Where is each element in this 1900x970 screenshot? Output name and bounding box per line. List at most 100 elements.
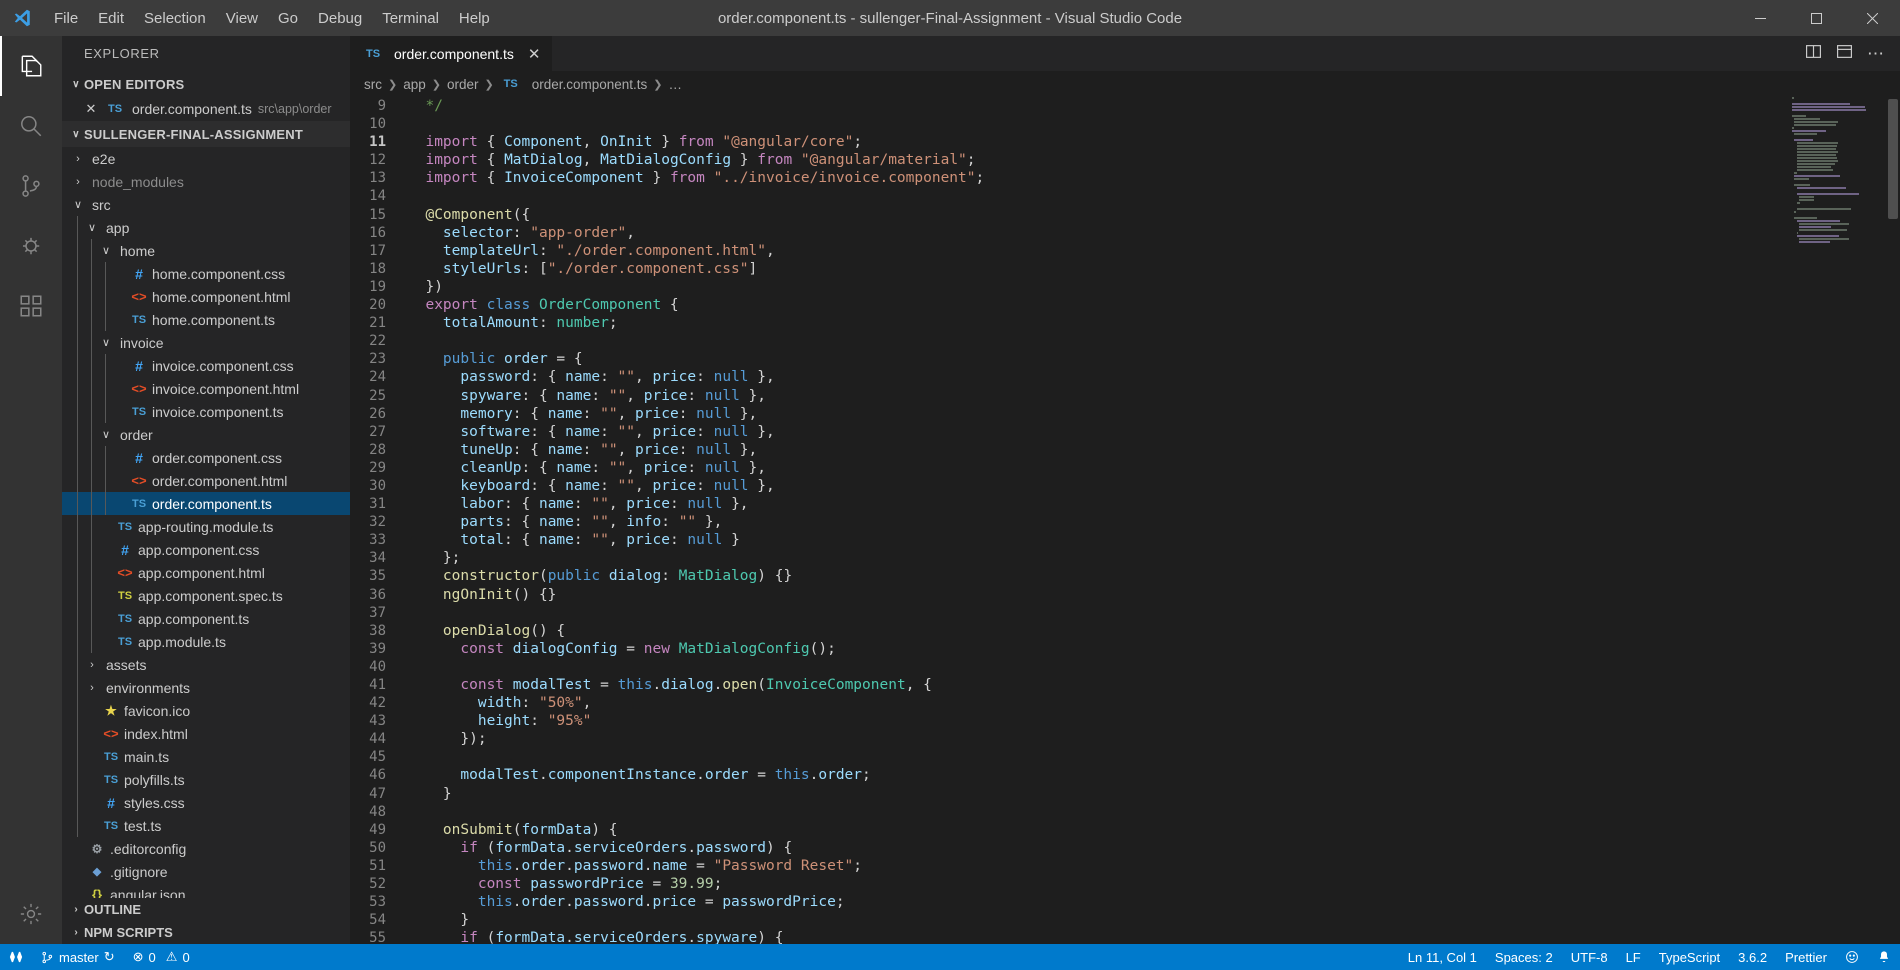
code-line-text[interactable]: openDialog() { [408,622,565,640]
code-line-text[interactable]: const passwordPrice = 39.99; [408,875,722,893]
code-line[interactable]: 25 spyware: { name: "", price: null }, [350,387,1900,405]
code-line[interactable]: 39 const dialogConfig = new MatDialogCon… [350,640,1900,658]
code-line[interactable]: 32 parts: { name: "", info: "" }, [350,513,1900,531]
code-line[interactable]: 21 totalAmount: number; [350,314,1900,332]
status-bar-right[interactable]: Ln 11, Col 1 Spaces: 2 UTF-8 LF TypeScript 3.… [1399,944,1900,970]
tree-item-order-component-ts[interactable]: TS order.component.ts [62,492,350,515]
editor-actions[interactable]: ⋯ [1805,36,1900,71]
breadcrumb-item[interactable]: order.component.ts [532,77,648,92]
code-line-text[interactable]: */ [408,97,442,115]
breadcrumb-item[interactable]: app [403,77,426,92]
code-line-text[interactable]: total: { name: "", price: null } [408,531,739,549]
close-icon[interactable]: ✕ [528,45,541,63]
tree-item-order-component-html[interactable]: <> order.component.html [62,469,350,492]
tree-item-angular-json[interactable]: {} angular.json [62,883,350,899]
code-line-text[interactable] [408,748,417,766]
status-ts-version[interactable]: 3.6.2 [1729,944,1776,970]
code-line-text[interactable]: password: { name: "", price: null }, [408,368,774,386]
activity-search-icon[interactable] [0,96,62,156]
close-button[interactable] [1844,0,1900,36]
outline-pane-header[interactable]: › OUTLINE [62,898,350,921]
code-line-text[interactable]: labor: { name: "", price: null }, [408,495,748,513]
tree-item-app-routing-module-ts[interactable]: TS app-routing.module.ts [62,515,350,538]
status-cursor-position[interactable]: Ln 11, Col 1 [1399,944,1486,970]
scrollbar-thumb[interactable] [1888,99,1898,219]
tree-item-invoice-component-html[interactable]: <> invoice.component.html [62,377,350,400]
chevron-right-icon[interactable]: › [84,659,100,671]
status-remote[interactable] [0,944,32,970]
tree-item-invoice-component-ts[interactable]: TS invoice.component.ts [62,400,350,423]
tree-item-home-component-html[interactable]: <> home.component.html [62,285,350,308]
tree-item-src[interactable]: ∨ src [62,193,350,216]
code-scroll-region[interactable]: 9 */10 11 import { Component, OnInit } f… [350,97,1900,944]
code-line-text[interactable]: templateUrl: "./order.component.html", [408,242,775,260]
tree-item-app-component-css[interactable]: # app.component.css [62,538,350,561]
activity-extensions-icon[interactable] [0,276,62,336]
source-code[interactable]: 9 */10 11 import { Component, OnInit } f… [350,97,1900,944]
activity-explorer-icon[interactable] [0,36,62,96]
code-line[interactable]: 15 @Component({ [350,206,1900,224]
more-actions-icon[interactable]: ⋯ [1867,44,1884,64]
status-problems[interactable]: ⊗ 0 ⚠ 0 [124,944,199,970]
menu-bar[interactable]: File Edit Selection View Go Debug Termin… [44,6,500,31]
tree-item-assets[interactable]: › assets [62,653,350,676]
tree-item-order-component-css[interactable]: # order.component.css [62,446,350,469]
chevron-down-icon[interactable]: ∨ [98,428,114,441]
menu-selection[interactable]: Selection [134,6,216,31]
code-line-text[interactable]: ngOnInit() {} [408,586,557,604]
code-line-text[interactable]: tuneUp: { name: "", price: null }, [408,441,757,459]
code-line[interactable]: 13 import { InvoiceComponent } from "../… [350,169,1900,187]
activity-bar[interactable] [0,36,62,944]
code-line[interactable]: 49 onSubmit(formData) { [350,821,1900,839]
chevron-down-icon[interactable]: ∨ [70,198,86,211]
breadcrumb-item[interactable]: … [669,77,683,92]
code-line-text[interactable]: }) [408,278,442,296]
code-line[interactable]: 10 [350,115,1900,133]
code-line-text[interactable]: const modalTest = this.dialog.open(Invoi… [408,676,932,694]
code-line-text[interactable]: height: "95%" [408,712,592,730]
tree-item-e2e[interactable]: › e2e [62,147,350,170]
code-line[interactable]: 42 width: "50%", [350,694,1900,712]
status-notifications-icon[interactable] [1868,944,1900,970]
code-line-text[interactable]: selector: "app-order", [408,224,635,242]
status-indentation[interactable]: Spaces: 2 [1486,944,1562,970]
code-line[interactable]: 14 [350,187,1900,205]
open-editor-item[interactable]: ✕ TS order.component.ts src\app\order [62,97,350,121]
menu-terminal[interactable]: Terminal [372,6,449,31]
code-line-text[interactable]: export class OrderComponent { [408,296,678,314]
code-line[interactable]: 37 [350,604,1900,622]
tree-item-app-component-ts[interactable]: TS app.component.ts [62,607,350,630]
code-line[interactable]: 27 software: { name: "", price: null }, [350,423,1900,441]
code-line[interactable]: 18 styleUrls: ["./order.component.css"] [350,260,1900,278]
code-line[interactable]: 33 total: { name: "", price: null } [350,531,1900,549]
code-line[interactable]: 46 modalTest.componentInstance.order = t… [350,766,1900,784]
code-line-text[interactable] [408,115,417,133]
code-line[interactable]: 43 height: "95%" [350,712,1900,730]
npm-scripts-pane-header[interactable]: › NPM SCRIPTS [62,921,350,944]
menu-debug[interactable]: Debug [308,6,372,31]
code-line-text[interactable]: this.order.password.price = passwordPric… [408,893,845,911]
minimize-button[interactable] [1732,0,1788,36]
code-line-text[interactable]: constructor(public dialog: MatDialog) {} [408,567,792,585]
status-formatter[interactable]: Prettier [1776,944,1836,970]
code-line-text[interactable]: import { InvoiceComponent } from "../inv… [408,169,984,187]
breadcrumb[interactable]: src ❯ app ❯ order ❯ TS order.component.ts ❯… [350,71,1900,97]
tree-item-home[interactable]: ∨ home [62,239,350,262]
code-line-text[interactable]: modalTest.componentInstance.order = this… [408,766,870,784]
activity-debug-icon[interactable] [0,216,62,276]
tree-item-order[interactable]: ∨ order [62,423,350,446]
code-line[interactable]: 11 import { Component, OnInit } from "@a… [350,133,1900,151]
tab-order-component-ts[interactable]: TS order.component.ts ✕ [350,36,553,71]
tree-item-test-ts[interactable]: TS test.ts [62,814,350,837]
code-line-text[interactable]: this.order.password.name = "Password Res… [408,857,862,875]
tree-item-app-component-html[interactable]: <> app.component.html [62,561,350,584]
tree-item-home-component-css[interactable]: # home.component.css [62,262,350,285]
status-branch[interactable]: master ↻ [32,944,124,970]
tree-item-home-component-ts[interactable]: TS home.component.ts [62,308,350,331]
code-line[interactable]: 31 labor: { name: "", price: null }, [350,495,1900,513]
tree-item-node-modules[interactable]: › node_modules [62,170,350,193]
tree-item--gitignore[interactable]: ◆ .gitignore [62,860,350,883]
code-line[interactable]: 52 const passwordPrice = 39.99; [350,875,1900,893]
chevron-down-icon[interactable]: ∨ [84,221,100,234]
status-eol[interactable]: LF [1617,944,1650,970]
